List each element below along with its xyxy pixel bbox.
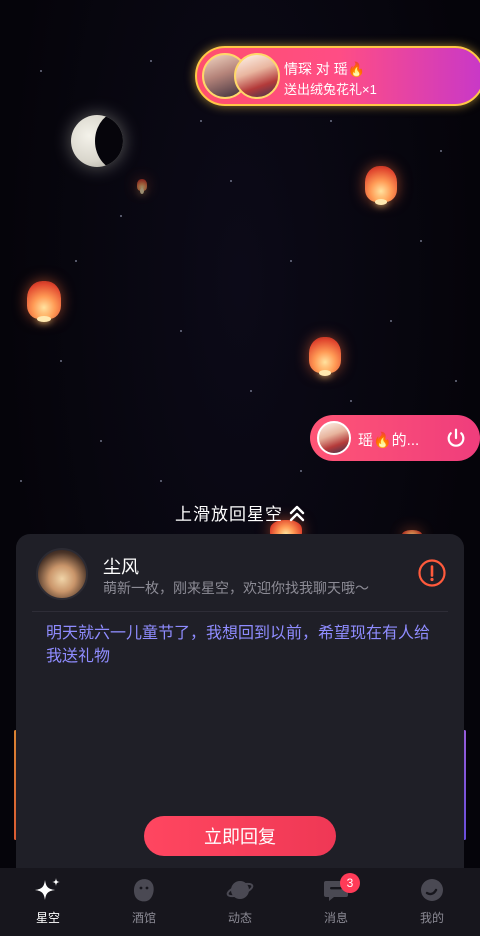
unread-messages-badge: 3 bbox=[340, 873, 360, 893]
receiver-avatar bbox=[234, 53, 280, 99]
floating-user-pill[interactable]: 瑶🔥的... bbox=[310, 415, 480, 461]
sparkle-icon bbox=[35, 878, 60, 900]
tab-moments[interactable]: 动态 bbox=[192, 868, 288, 936]
tab-tavern[interactable]: 酒馆 bbox=[96, 868, 192, 936]
double-chevron-up-icon bbox=[289, 505, 305, 522]
report-alert-icon[interactable] bbox=[417, 558, 447, 588]
planet-icon bbox=[226, 881, 254, 899]
profile-icon bbox=[421, 879, 443, 901]
pill-avatar bbox=[317, 421, 351, 455]
message-text: 明天就六一儿童节了，我想回到以前，希望现在有人给我送礼物 bbox=[46, 625, 431, 665]
sender-profile-avatar[interactable] bbox=[36, 548, 88, 600]
message-card: 尘风 萌新一枚，刚来星空，欢迎你找我聊天哦～ 明天就六一儿童节了，我想回到以前，… bbox=[16, 534, 464, 874]
tab-profile[interactable]: 我的 bbox=[384, 868, 480, 936]
tab-messages[interactable]: 消息 bbox=[288, 868, 384, 936]
gift-announcement-banner[interactable]: 情琛 对 瑶🔥 送出绒兔花礼×1 bbox=[195, 46, 480, 106]
gift-item-text: 送出绒兔花礼×1 bbox=[284, 82, 377, 97]
tab-label: 酒馆 bbox=[131, 911, 156, 925]
tab-starry-sky[interactable]: 星空 bbox=[0, 868, 96, 936]
sky-lantern[interactable] bbox=[137, 179, 147, 194]
sender-name: 尘风 bbox=[103, 557, 139, 577]
tab-label: 动态 bbox=[227, 911, 252, 925]
sky-lantern[interactable] bbox=[309, 337, 341, 376]
sky-lantern[interactable] bbox=[365, 166, 397, 205]
bottom-tab-bar: 星空 酒馆 动态 消息 我的 bbox=[0, 868, 480, 936]
tab-label: 我的 bbox=[419, 911, 444, 925]
moon-image bbox=[71, 115, 123, 167]
tab-label: 消息 bbox=[323, 911, 348, 925]
tab-label: 星空 bbox=[35, 911, 60, 925]
card-divider bbox=[32, 611, 448, 612]
gift-sender-receiver-text: 情琛 对 瑶🔥 bbox=[284, 61, 366, 77]
sender-bio: 萌新一枚，刚来星空，欢迎你找我聊天哦～ bbox=[103, 580, 369, 596]
pill-label: 瑶🔥的... bbox=[358, 432, 420, 449]
tavern-icon bbox=[133, 879, 154, 902]
swipe-hint-label: 上滑放回星空 bbox=[175, 505, 283, 524]
swipe-up-hint[interactable]: 上滑放回星空 bbox=[0, 500, 480, 525]
power-icon[interactable] bbox=[445, 427, 467, 449]
sky-lantern[interactable] bbox=[27, 281, 61, 322]
reply-now-button[interactable]: 立即回复 bbox=[144, 816, 336, 856]
